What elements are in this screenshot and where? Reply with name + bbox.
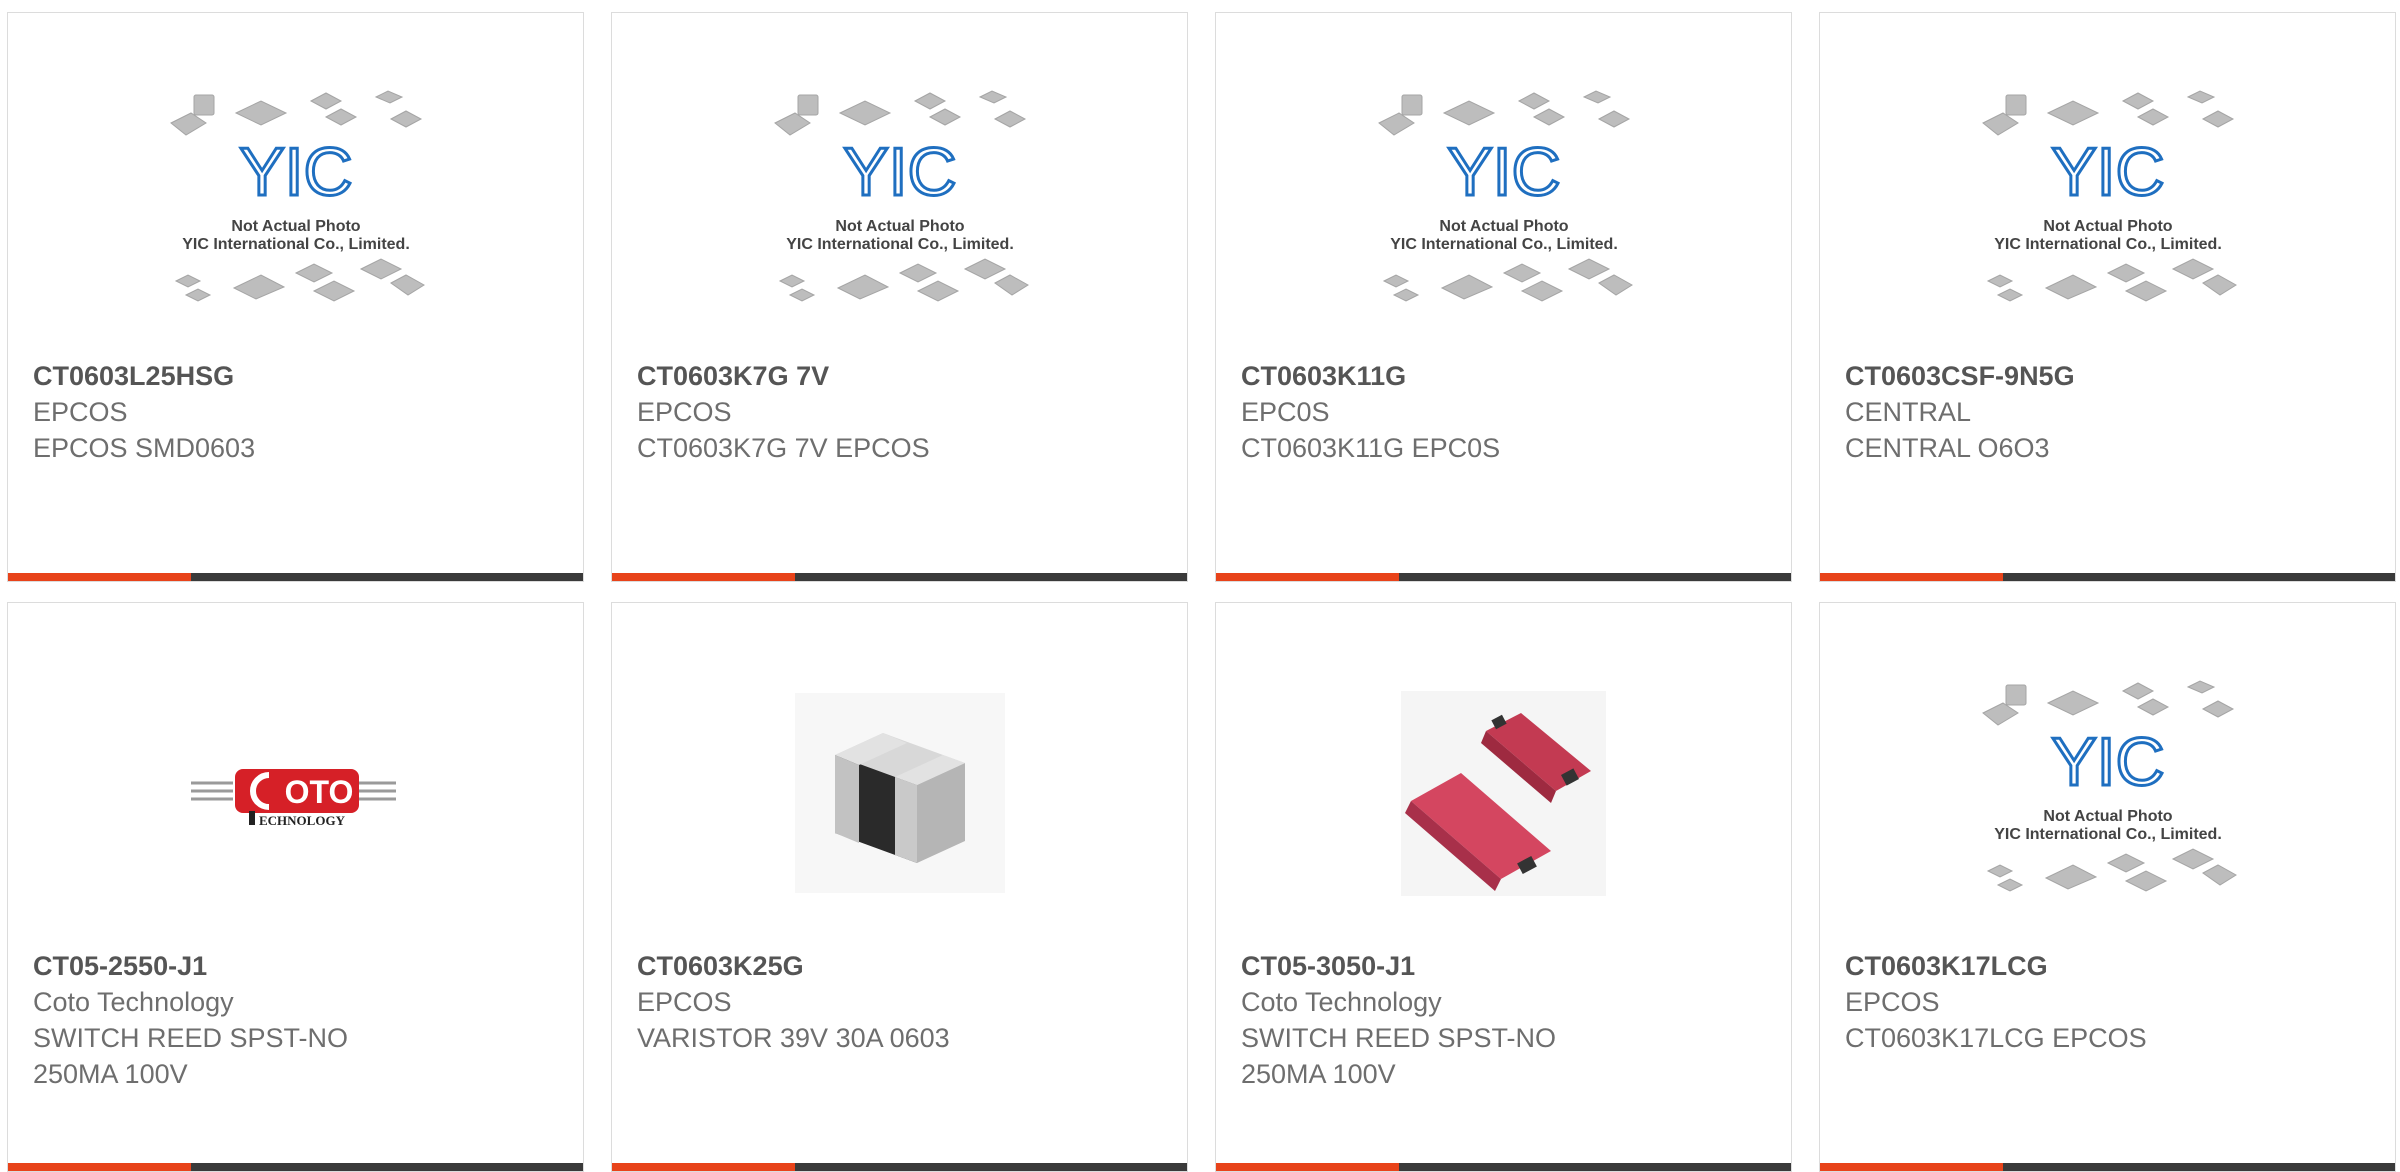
description: SWITCH REED SPST-NO 250MA 100V bbox=[1241, 1023, 1557, 1089]
card-bottom-bar bbox=[1216, 1163, 1791, 1171]
placeholder-line2: YIC International Co., Limited. bbox=[1390, 236, 1618, 253]
coto-sub: ECHNOLOGY bbox=[259, 813, 346, 828]
product-info: CT05-2550-J1 Coto Technology SWITCH REED… bbox=[33, 948, 563, 1092]
card-accent-bar bbox=[1820, 573, 2003, 581]
placeholder-line2: YIC International Co., Limited. bbox=[786, 236, 1014, 253]
product-image[interactable] bbox=[612, 633, 1187, 953]
product-image[interactable]: YIC Not Actual Photo YIC International C… bbox=[1820, 633, 2395, 953]
part-number[interactable]: CT0603K25G bbox=[637, 948, 1167, 984]
part-number[interactable]: CT05-3050-J1 bbox=[1241, 948, 1771, 984]
yic-logo: YIC bbox=[239, 134, 352, 210]
part-number[interactable]: CT05-2550-J1 bbox=[33, 948, 563, 984]
placeholder-photo-icon: YIC Not Actual Photo YIC International C… bbox=[773, 90, 1029, 302]
product-card[interactable]: YIC Not Actual Photo YIC International C… bbox=[1819, 602, 2396, 1172]
product-image[interactable]: YIC Not Actual Photo YIC International C… bbox=[612, 43, 1187, 363]
product-card[interactable]: CT0603K25G EPCOS VARISTOR 39V 30A 0603 bbox=[611, 602, 1188, 1172]
manufacturer: EPCOS bbox=[637, 397, 732, 427]
card-accent-bar bbox=[1216, 573, 1399, 581]
product-card[interactable]: YIC Not Actual Photo YIC International C… bbox=[1215, 12, 1792, 582]
product-card[interactable]: YIC Not Actual Photo YIC International C… bbox=[1819, 12, 2396, 582]
product-card[interactable]: OTO ECHNOLOGY CT05-2550-J1 Coto Technolo… bbox=[7, 602, 584, 1172]
card-bottom-bar bbox=[1820, 1163, 2395, 1171]
product-info: CT0603K7G 7V EPCOS CT0603K7G 7V EPCOS bbox=[637, 358, 1167, 466]
product-image[interactable]: YIC Not Actual Photo YIC International C… bbox=[1820, 43, 2395, 363]
card-bottom-bar bbox=[1216, 573, 1791, 581]
product-info: CT0603K11G EPC0S CT0603K11G EPC0S bbox=[1241, 358, 1771, 466]
product-info: CT0603CSF-9N5G CENTRAL CENTRAL O6O3 bbox=[1845, 358, 2375, 466]
placeholder-line2: YIC International Co., Limited. bbox=[182, 236, 410, 253]
card-bottom-bar bbox=[612, 573, 1187, 581]
placeholder-photo-icon: YIC Not Actual Photo YIC International C… bbox=[1981, 680, 2237, 892]
product-info: CT05-3050-J1 Coto Technology SWITCH REED… bbox=[1241, 948, 1771, 1092]
manufacturer: Coto Technology bbox=[33, 987, 234, 1017]
manufacturer: CENTRAL bbox=[1845, 397, 1972, 427]
description: CT0603K11G EPC0S bbox=[1241, 433, 1501, 463]
card-accent-bar bbox=[612, 1163, 795, 1171]
card-accent-bar bbox=[1820, 1163, 2003, 1171]
smd-chip-photo bbox=[794, 693, 1005, 893]
description: CT0603K7G 7V EPCOS bbox=[637, 433, 930, 463]
card-bottom-bar bbox=[8, 573, 583, 581]
card-bottom-bar bbox=[8, 1163, 583, 1171]
product-card[interactable]: YIC Not Actual Photo YIC International C… bbox=[7, 12, 584, 582]
placeholder-line1: Not Actual Photo bbox=[231, 218, 360, 235]
part-number[interactable]: CT0603K7G 7V bbox=[637, 358, 1167, 394]
reed-switch-photo bbox=[1401, 690, 1606, 896]
manufacturer: EPCOS bbox=[33, 397, 128, 427]
part-number[interactable]: CT0603L25HSG bbox=[33, 358, 563, 394]
yic-logo: YIC bbox=[2051, 724, 2164, 800]
description: EPCOS SMD0603 bbox=[33, 433, 256, 463]
coto-technology-logo: OTO ECHNOLOGY bbox=[190, 769, 396, 828]
product-image[interactable]: YIC Not Actual Photo YIC International C… bbox=[1216, 43, 1791, 363]
card-bottom-bar bbox=[612, 1163, 1187, 1171]
card-accent-bar bbox=[1216, 1163, 1399, 1171]
placeholder-line2: YIC International Co., Limited. bbox=[1994, 826, 2222, 843]
product-image[interactable]: YIC Not Actual Photo YIC International C… bbox=[8, 43, 583, 363]
description: VARISTOR 39V 30A 0603 bbox=[637, 1023, 950, 1053]
product-image[interactable] bbox=[1216, 633, 1791, 953]
manufacturer: EPCOS bbox=[637, 987, 732, 1017]
description: CT0603K17LCG EPCOS bbox=[1845, 1023, 2147, 1053]
description: CENTRAL O6O3 bbox=[1845, 433, 2050, 463]
manufacturer: Coto Technology bbox=[1241, 987, 1442, 1017]
part-number[interactable]: CT0603CSF-9N5G bbox=[1845, 358, 2375, 394]
yic-logo: YIC bbox=[843, 134, 956, 210]
product-info: CT0603K25G EPCOS VARISTOR 39V 30A 0603 bbox=[637, 948, 1167, 1056]
product-info: CT0603K17LCG EPCOS CT0603K17LCG EPCOS bbox=[1845, 948, 2375, 1056]
card-accent-bar bbox=[8, 1163, 191, 1171]
coto-word: OTO bbox=[284, 774, 353, 810]
placeholder-line1: Not Actual Photo bbox=[835, 218, 964, 235]
placeholder-line1: Not Actual Photo bbox=[1439, 218, 1568, 235]
placeholder-photo-icon: YIC Not Actual Photo YIC International C… bbox=[1981, 90, 2237, 302]
placeholder-line1: Not Actual Photo bbox=[2043, 808, 2172, 825]
part-number[interactable]: CT0603K17LCG bbox=[1845, 948, 2375, 984]
product-card[interactable]: YIC Not Actual Photo YIC International C… bbox=[611, 12, 1188, 582]
product-info: CT0603L25HSG EPCOS EPCOS SMD0603 bbox=[33, 358, 563, 466]
placeholder-photo-icon: YIC Not Actual Photo YIC International C… bbox=[1377, 90, 1633, 302]
part-number[interactable]: CT0603K11G bbox=[1241, 358, 1771, 394]
description: SWITCH REED SPST-NO 250MA 100V bbox=[33, 1023, 349, 1089]
yic-logo: YIC bbox=[1447, 134, 1560, 210]
manufacturer: EPCOS bbox=[1845, 987, 1940, 1017]
product-grid: YIC Not Actual Photo YIC International C… bbox=[0, 0, 2400, 1172]
manufacturer: EPC0S bbox=[1241, 397, 1330, 427]
placeholder-photo-icon: YIC Not Actual Photo YIC International C… bbox=[169, 90, 425, 302]
card-accent-bar bbox=[612, 573, 795, 581]
placeholder-line1: Not Actual Photo bbox=[2043, 218, 2172, 235]
placeholder-line2: YIC International Co., Limited. bbox=[1994, 236, 2222, 253]
product-card[interactable]: CT05-3050-J1 Coto Technology SWITCH REED… bbox=[1215, 602, 1792, 1172]
card-bottom-bar bbox=[1820, 573, 2395, 581]
card-accent-bar bbox=[8, 573, 191, 581]
product-image[interactable]: OTO ECHNOLOGY bbox=[8, 633, 583, 953]
yic-logo: YIC bbox=[2051, 134, 2164, 210]
